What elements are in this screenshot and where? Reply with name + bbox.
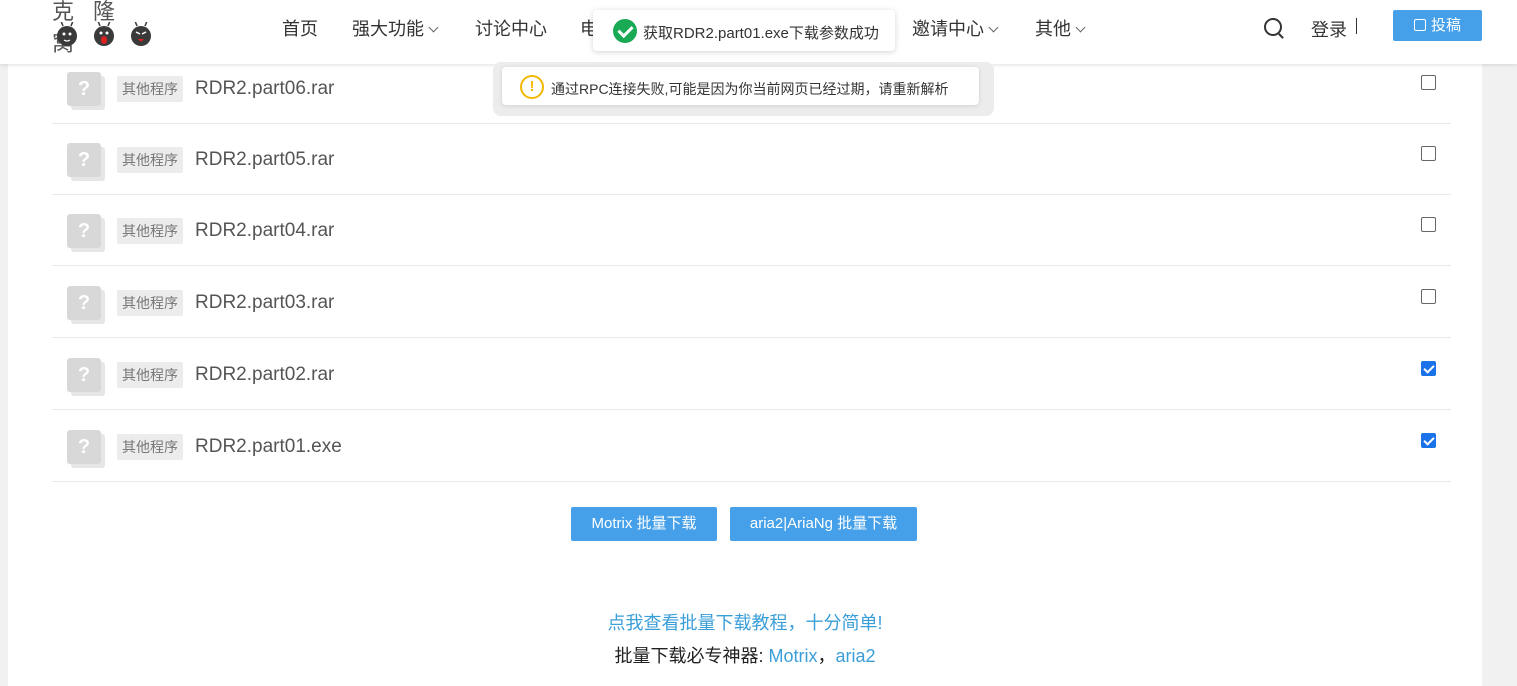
file-name[interactable]: RDR2.part02.rar <box>195 364 334 386</box>
success-toast: 获取RDR2.part01.exe下载参数成功 <box>593 10 895 51</box>
chevron-down-icon <box>428 22 439 33</box>
search-icon[interactable] <box>1264 18 1282 36</box>
motrix-link[interactable]: Motrix <box>768 646 817 666</box>
file-category-tag: 其他程序 <box>117 76 183 102</box>
chevron-down-icon <box>1075 22 1086 33</box>
unknown-file-icon: ? <box>67 286 105 324</box>
nav-home-label: 首页 <box>282 19 318 39</box>
tools-separator: ， <box>817 646 836 666</box>
file-row[interactable]: ? 其他程序 RDR2.part03.rar <box>52 266 1451 338</box>
tools-line: 批量下载必专神器: Motrix，aria2 <box>8 642 1482 668</box>
file-category-tag: 其他程序 <box>117 290 183 316</box>
nav-other[interactable]: 其他 <box>1035 15 1086 41</box>
file-select-checkbox[interactable] <box>1421 361 1436 376</box>
file-select-checkbox[interactable] <box>1421 289 1436 304</box>
tools-prefix: 批量下载必专神器: <box>614 646 769 666</box>
file-name[interactable]: RDR2.part04.rar <box>195 220 334 242</box>
file-category-tag: 其他程序 <box>117 362 183 388</box>
unknown-file-icon: ? <box>67 214 105 252</box>
aria2-link[interactable]: aria2 <box>835 646 875 666</box>
file-select-checkbox[interactable] <box>1421 146 1436 161</box>
nav-other-label: 其他 <box>1035 19 1071 39</box>
nav-discussion-label: 讨论中心 <box>475 19 547 39</box>
warning-icon: ! <box>520 75 544 99</box>
tutorial-link[interactable]: 点我查看批量下载教程，十分简单! <box>8 609 1482 635</box>
file-row[interactable]: ? 其他程序 RDR2.part04.rar <box>52 194 1451 266</box>
warning-toast: ! 通过RPC连接失败,可能是因为你当前网页已经过期，请重新解析 <box>502 67 979 105</box>
nav-invite[interactable]: 邀请中心 <box>912 15 999 41</box>
logo-mascots <box>57 22 151 46</box>
header-divider <box>1356 18 1357 34</box>
file-category-tag: 其他程序 <box>117 218 183 244</box>
motrix-batch-download-button[interactable]: Motrix 批量下载 <box>571 507 717 541</box>
file-category-tag: 其他程序 <box>117 147 183 173</box>
nav-features-label: 强大功能 <box>352 19 424 39</box>
unknown-file-icon: ? <box>67 358 105 396</box>
file-select-checkbox[interactable] <box>1421 75 1436 90</box>
file-select-checkbox[interactable] <box>1421 433 1436 448</box>
submit-post-button[interactable]: 投稿 <box>1393 10 1482 41</box>
file-name[interactable]: RDR2.part06.rar <box>195 78 334 100</box>
file-row[interactable]: ? 其他程序 RDR2.part05.rar <box>52 123 1451 195</box>
file-select-checkbox[interactable] <box>1421 217 1436 232</box>
unknown-file-icon: ? <box>67 143 105 181</box>
submit-label: 投稿 <box>1430 17 1461 34</box>
chevron-down-icon <box>988 22 999 33</box>
file-name[interactable]: RDR2.part03.rar <box>195 292 334 314</box>
edit-icon <box>1413 19 1426 31</box>
login-link[interactable]: 登录 <box>1311 16 1347 42</box>
warning-message: 通过RPC连接失败,可能是因为你当前网页已经过期，请重新解析 <box>551 81 949 97</box>
warning-toast-container: ! 通过RPC连接失败,可能是因为你当前网页已经过期，请重新解析 <box>493 62 994 116</box>
unknown-file-icon: ? <box>67 72 105 110</box>
file-category-tag: 其他程序 <box>117 434 183 460</box>
aria2-batch-download-button[interactable]: aria2|AriaNg 批量下载 <box>730 507 917 541</box>
success-message: 获取RDR2.part01.exe下载参数成功 <box>643 25 879 42</box>
site-logo[interactable]: 克隆窝 <box>52 0 162 57</box>
file-name[interactable]: RDR2.part05.rar <box>195 149 334 171</box>
file-row[interactable]: ? 其他程序 RDR2.part01.exe <box>52 410 1451 482</box>
nav-invite-label: 邀请中心 <box>912 19 984 39</box>
success-check-icon <box>613 19 637 43</box>
nav-features[interactable]: 强大功能 <box>352 15 439 41</box>
file-row[interactable]: ? 其他程序 RDR2.part02.rar <box>52 338 1451 410</box>
nav-home[interactable]: 首页 <box>282 15 318 41</box>
unknown-file-icon: ? <box>67 430 105 468</box>
file-name[interactable]: RDR2.part01.exe <box>195 436 342 458</box>
nav-discussion[interactable]: 讨论中心 <box>475 15 547 41</box>
